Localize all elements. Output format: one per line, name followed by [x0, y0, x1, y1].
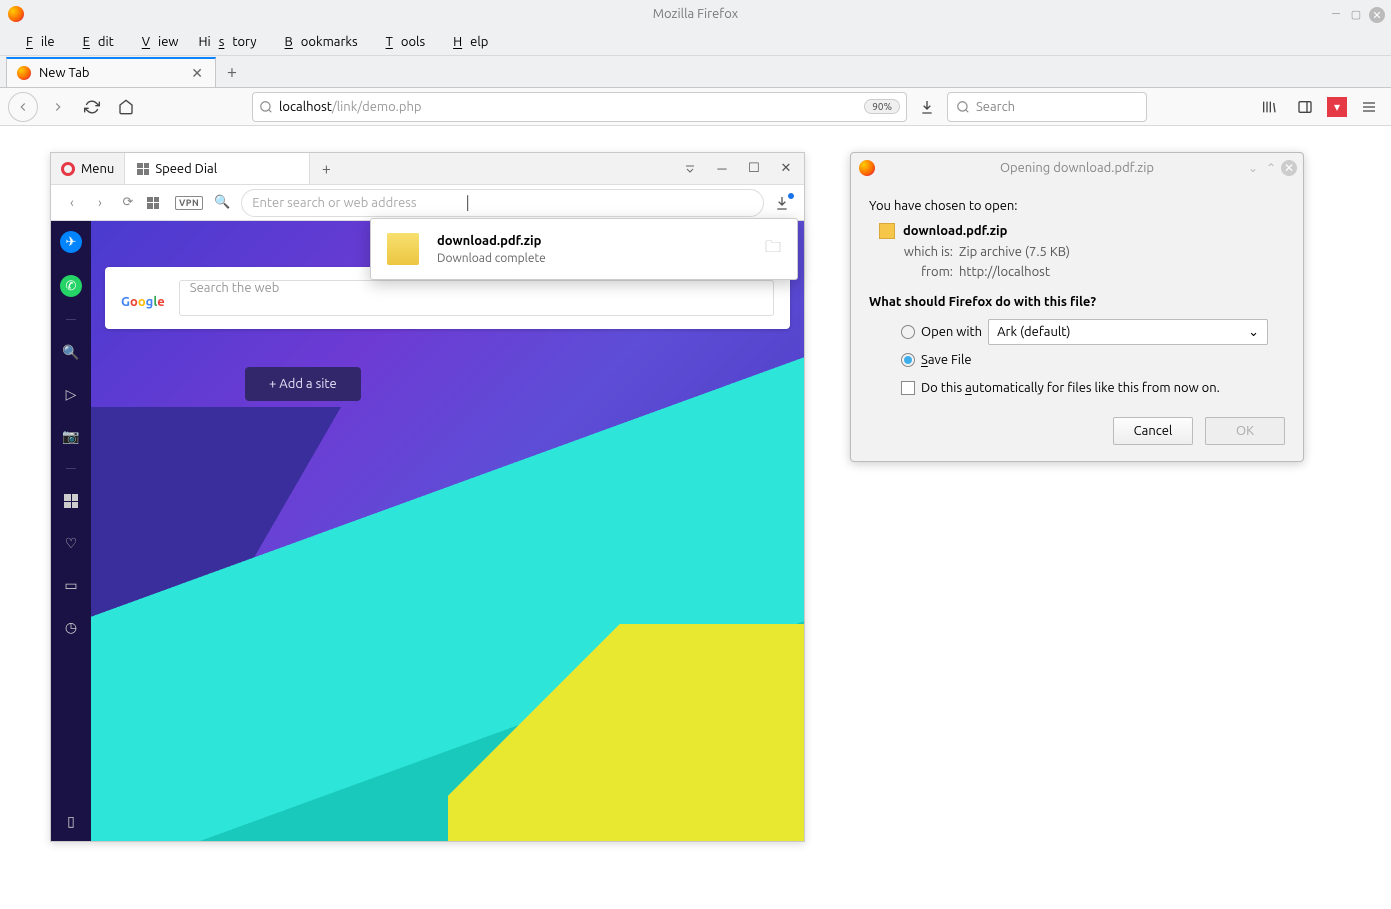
tabs-dropdown-icon[interactable] [676, 155, 704, 183]
history-icon[interactable]: ◷ [61, 617, 81, 637]
tab-label: New Tab [39, 66, 90, 80]
opera-menu-button[interactable]: Menu [51, 153, 125, 184]
download-status: Download complete [437, 252, 747, 265]
opera-sidebar: ✈ ✆ 🔍 ▷ 📷 ♡ ▭ ◷ ▯ [51, 221, 91, 841]
search-placeholder: Search [976, 100, 1015, 114]
opera-close-icon[interactable]: ✕ [772, 155, 800, 183]
news-icon[interactable]: ▭ [61, 575, 81, 595]
cancel-button[interactable]: Cancel [1113, 417, 1193, 445]
opera-maximize-icon[interactable]: ☐ [740, 155, 768, 183]
pocket-icon[interactable]: ▾ [1327, 97, 1347, 117]
opera-minimize-icon[interactable]: ─ [708, 155, 736, 183]
speed-dial-icon[interactable] [61, 491, 81, 511]
url-text: localhost/link/demo.php [279, 100, 858, 114]
divider [66, 468, 76, 469]
radio-open-with[interactable] [901, 325, 915, 339]
library-icon[interactable] [1255, 93, 1283, 121]
window-titlebar: Mozilla Firefox ─ ▢ ✕ [0, 0, 1391, 28]
firefox-icon [17, 66, 31, 80]
radio-save-file[interactable] [901, 353, 915, 367]
download-item[interactable]: download.pdf.zip Download complete 🗀 [371, 219, 797, 279]
opera-extensions-icon[interactable] [147, 197, 165, 209]
text-cursor-icon: │ [464, 195, 472, 210]
downloads-button[interactable] [913, 93, 941, 121]
hamburger-menu-icon[interactable] [1355, 93, 1383, 121]
zoom-indicator[interactable]: 90% [864, 99, 900, 114]
back-button[interactable] [8, 92, 38, 122]
snapshot-icon[interactable]: 📷 [61, 426, 81, 446]
window-title: Mozilla Firefox [653, 7, 739, 21]
opera-icon [61, 162, 75, 176]
search-icon: 🔍 [213, 195, 231, 210]
speed-dial-page: Google Search the web + Add a site [91, 221, 804, 841]
opera-new-tab-button[interactable]: + [310, 160, 342, 178]
opera-downloads-button[interactable] [774, 195, 792, 211]
divider [66, 319, 76, 320]
download-filename: download.pdf.zip [437, 234, 747, 248]
dialog-title: Opening download.pdf.zip [1000, 161, 1154, 175]
menu-tools[interactable]: Tools [370, 33, 434, 51]
zip-file-icon [879, 223, 895, 239]
close-tab-icon[interactable]: ✕ [189, 63, 205, 84]
home-button[interactable] [112, 93, 140, 121]
window-maximize-icon[interactable]: ▢ [1349, 7, 1363, 21]
dialog-filename: download.pdf.zip [903, 224, 1007, 238]
zip-file-icon [387, 233, 419, 265]
checkbox-auto[interactable] [901, 381, 915, 395]
menu-help[interactable]: Help [437, 33, 496, 51]
chevron-up-icon[interactable]: ⌃ [1263, 160, 1279, 176]
opera-address-bar[interactable]: Enter search or web address │ [241, 189, 764, 217]
bookmarks-icon[interactable]: ♡ [61, 533, 81, 553]
search-icon[interactable]: 🔍 [61, 342, 81, 362]
google-search-input[interactable]: Search the web [179, 280, 774, 316]
tab-new-tab[interactable]: New Tab ✕ [6, 57, 216, 87]
address-bar[interactable]: localhost/link/demo.php 90% [252, 92, 907, 122]
navigation-toolbar: localhost/link/demo.php 90% Search ▾ [0, 88, 1391, 126]
menu-view[interactable]: View [126, 33, 187, 51]
window-minimize-icon[interactable]: ─ [1329, 7, 1343, 21]
menu-file[interactable]: File [10, 33, 63, 51]
speed-dial-icon [137, 163, 149, 175]
open-with-dropdown[interactable]: Ark (default) ⌄ [988, 319, 1268, 345]
opera-tab-speed-dial[interactable]: Speed Dial [125, 153, 310, 184]
chevron-down-icon[interactable]: ⌄ [1245, 160, 1261, 176]
firefox-icon [859, 160, 875, 176]
file-type: Zip archive (7.5 KB) [959, 245, 1285, 259]
messenger-icon[interactable]: ✈ [60, 231, 82, 253]
opera-back-button[interactable]: ‹ [63, 196, 81, 210]
search-icon [956, 100, 970, 114]
window-close-icon[interactable]: ✕ [1369, 7, 1385, 23]
menu-history[interactable]: History [190, 33, 264, 51]
forward-button[interactable] [44, 93, 72, 121]
chevron-down-icon: ⌄ [1248, 325, 1259, 340]
menubar: File Edit View History Bookmarks Tools H… [0, 28, 1391, 56]
opera-downloads-popup: download.pdf.zip Download complete 🗀 [370, 218, 798, 280]
google-logo: Google [121, 286, 165, 311]
menu-edit[interactable]: Edit [67, 33, 122, 51]
dialog-close-icon[interactable]: ✕ [1281, 160, 1297, 176]
show-in-folder-icon[interactable]: 🗀 [765, 236, 781, 263]
reload-button[interactable] [78, 93, 106, 121]
flow-icon[interactable]: ▷ [61, 384, 81, 404]
search-icon [259, 100, 273, 114]
opera-forward-button[interactable]: › [91, 196, 109, 210]
firefox-icon [8, 6, 24, 22]
vpn-badge[interactable]: VPN [175, 196, 203, 210]
add-site-button[interactable]: + Add a site [245, 367, 361, 401]
sidebar-settings-icon[interactable]: ▯ [61, 811, 81, 831]
file-source: http://localhost [959, 265, 1285, 279]
sidebar-icon[interactable] [1291, 93, 1319, 121]
tab-strip: New Tab ✕ + [0, 56, 1391, 88]
whatsapp-icon[interactable]: ✆ [60, 275, 82, 297]
dialog-intro: You have chosen to open: [869, 199, 1285, 213]
opera-reload-button[interactable]: ⟳ [119, 195, 137, 210]
ok-button[interactable]: OK [1205, 417, 1285, 445]
dialog-question: What should Firefox do with this file? [869, 295, 1285, 309]
new-tab-button[interactable]: + [216, 57, 248, 87]
search-bar[interactable]: Search [947, 92, 1147, 122]
menu-bookmarks[interactable]: Bookmarks [269, 33, 366, 51]
firefox-open-dialog: Opening download.pdf.zip ⌄ ⌃ ✕ You have … [850, 152, 1304, 462]
